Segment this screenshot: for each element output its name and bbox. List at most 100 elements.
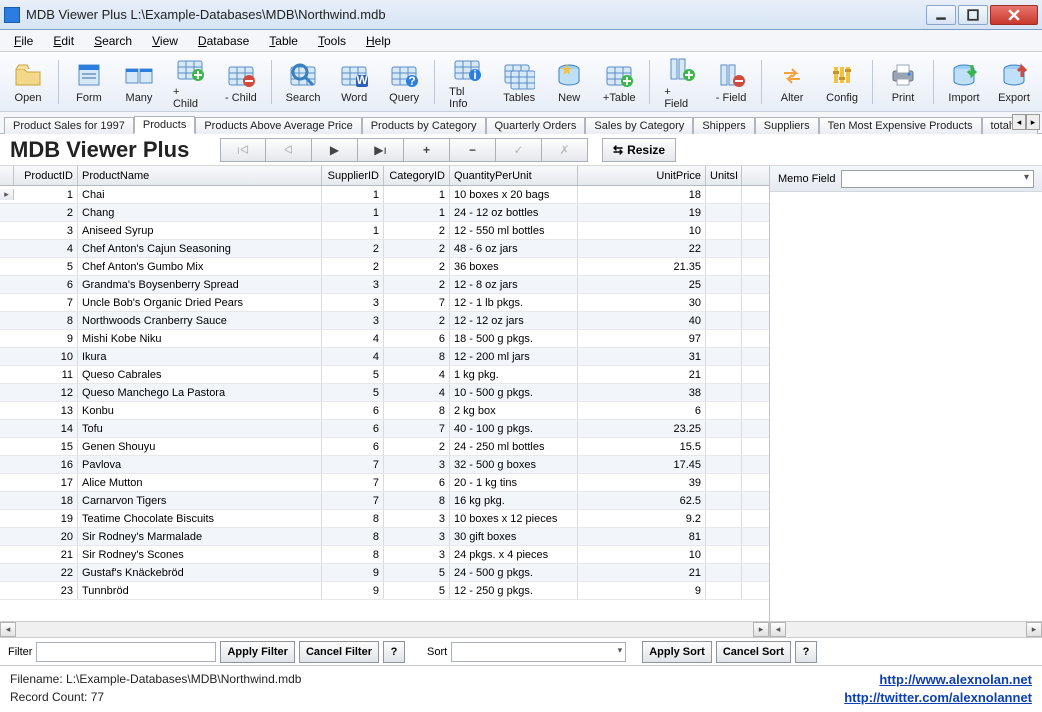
link-website[interactable]: http://www.alexnolan.net	[879, 672, 1032, 687]
table-row[interactable]: ▸1Chai1110 boxes x 20 bags18	[0, 186, 769, 204]
menu-table[interactable]: Table	[261, 32, 306, 50]
toolbar--child-button[interactable]: + Child	[167, 51, 213, 112]
cell-cid: 8	[384, 402, 450, 419]
close-button[interactable]	[990, 5, 1038, 25]
table-row[interactable]: 10Ikura4812 - 200 ml jars31	[0, 348, 769, 366]
table-row[interactable]: 13Konbu682 kg box6	[0, 402, 769, 420]
sort-help-button[interactable]: ?	[795, 641, 817, 663]
tab-products-above-average-price[interactable]: Products Above Average Price	[195, 117, 361, 134]
table-row[interactable]: 23Tunnbröd9512 - 250 g pkgs.9	[0, 582, 769, 600]
filter-input[interactable]	[36, 642, 216, 662]
toolbar-tbl-info-button[interactable]: iTbl Info	[443, 51, 491, 112]
menu-edit[interactable]: Edit	[45, 32, 82, 50]
tab-shippers[interactable]: Shippers	[693, 117, 754, 134]
menu-view[interactable]: View	[144, 32, 186, 50]
table-row[interactable]: 12Queso Manchego La Pastora5410 - 500 g …	[0, 384, 769, 402]
tab-sales-by-category[interactable]: Sales by Category	[585, 117, 693, 134]
toolbar-config-button[interactable]: Config	[820, 57, 864, 106]
toolbar-import-button[interactable]: Import	[942, 57, 986, 106]
grid-hscroll[interactable]: ◂▸	[0, 621, 769, 637]
minimize-button[interactable]	[926, 5, 956, 25]
apply-sort-button[interactable]: Apply Sort	[642, 641, 712, 663]
sort-input[interactable]	[451, 642, 626, 662]
memo-hscroll[interactable]: ◂▸	[770, 621, 1042, 637]
tab-quarterly-orders[interactable]: Quarterly Orders	[486, 117, 586, 134]
nav-last-button[interactable]: ▶ı	[358, 138, 404, 162]
table-row[interactable]: 16Pavlova7332 - 500 g boxes17.45	[0, 456, 769, 474]
tab-products[interactable]: Products	[134, 116, 195, 134]
table-row[interactable]: 11Queso Cabrales541 kg pkg.21	[0, 366, 769, 384]
table-row[interactable]: 3Aniseed Syrup1212 - 550 ml bottles10	[0, 222, 769, 240]
cell-pid: 12	[14, 384, 78, 401]
toolbar-print-button[interactable]: Print	[881, 57, 925, 106]
toolbar-word-button[interactable]: WWord	[332, 57, 376, 106]
menu-tools[interactable]: Tools	[310, 32, 354, 50]
tab-ten-most-expensive-products[interactable]: Ten Most Expensive Products	[819, 117, 982, 134]
col-UnitPrice[interactable]: UnitPrice	[578, 166, 706, 185]
table-row[interactable]: 14Tofu6740 - 100 g pkgs.23.25	[0, 420, 769, 438]
resize-button[interactable]: ⇆ Resize	[602, 138, 676, 162]
col-QuantityPerUnit[interactable]: QuantityPerUnit	[450, 166, 578, 185]
nav-commit-button[interactable]: ✓	[496, 138, 542, 162]
filter-help-button[interactable]: ?	[383, 641, 405, 663]
col-SupplierID[interactable]: SupplierID	[322, 166, 384, 185]
menu-file[interactable]: File	[6, 32, 41, 50]
table-row[interactable]: 2Chang1124 - 12 oz bottles19	[0, 204, 769, 222]
toolbar-form-button[interactable]: Form	[67, 57, 111, 106]
apply-filter-button[interactable]: Apply Filter	[220, 641, 295, 663]
toolbar-export-button[interactable]: Export	[992, 57, 1036, 106]
toolbar-new-button[interactable]: New	[547, 57, 591, 106]
cancel-sort-button[interactable]: Cancel Sort	[716, 641, 791, 663]
table-row[interactable]: 15Genen Shouyu6224 - 250 ml bottles15.5	[0, 438, 769, 456]
tab-scroll-right[interactable]: ▸	[1026, 114, 1040, 130]
table-row[interactable]: 18Carnarvon Tigers7816 kg pkg.62.5	[0, 492, 769, 510]
table-row[interactable]: 5Chef Anton's Gumbo Mix2236 boxes21.35	[0, 258, 769, 276]
table-row[interactable]: 6Grandma's Boysenberry Spread3212 - 8 oz…	[0, 276, 769, 294]
nav-next-button[interactable]: ▶	[312, 138, 358, 162]
grid-body[interactable]: ▸1Chai1110 boxes x 20 bags182Chang1124 -…	[0, 186, 769, 621]
cell-qpu: 48 - 6 oz jars	[450, 240, 578, 257]
col-ProductName[interactable]: ProductName	[78, 166, 322, 185]
table-row[interactable]: 20Sir Rodney's Marmalade8330 gift boxes8…	[0, 528, 769, 546]
col-CategoryID[interactable]: CategoryID	[384, 166, 450, 185]
table-row[interactable]: 22Gustaf's Knäckebröd9524 - 500 g pkgs.2…	[0, 564, 769, 582]
table-row[interactable]: 4Chef Anton's Cajun Seasoning2248 - 6 oz…	[0, 240, 769, 258]
toolbar--field-button[interactable]: - Field	[709, 57, 753, 106]
memo-field-select[interactable]	[841, 170, 1034, 188]
toolbar--child-button[interactable]: - Child	[219, 57, 263, 106]
table-row[interactable]: 9Mishi Kobe Niku4618 - 500 g pkgs.97	[0, 330, 769, 348]
menu-database[interactable]: Database	[190, 32, 257, 50]
col-UnitsInStock[interactable]: UnitsI	[706, 166, 742, 185]
cancel-filter-button[interactable]: Cancel Filter	[299, 641, 379, 663]
toolbar-query-button[interactable]: ?Query	[382, 57, 426, 106]
grid-header: ProductID ProductName SupplierID Categor…	[0, 166, 769, 186]
memo-label: Memo Field	[778, 173, 835, 185]
toolbar-open-button[interactable]: Open	[6, 57, 50, 106]
nav-prev-button[interactable]: ᐊ	[266, 138, 312, 162]
toolbar--table-button[interactable]: +Table	[597, 57, 641, 106]
table-row[interactable]: 7Uncle Bob's Organic Dried Pears3712 - 1…	[0, 294, 769, 312]
table-row[interactable]: 19Teatime Chocolate Biscuits8310 boxes x…	[0, 510, 769, 528]
tab-products-by-category[interactable]: Products by Category	[362, 117, 486, 134]
menu-help[interactable]: Help	[358, 32, 399, 50]
toolbar-many-button[interactable]: Many	[117, 57, 161, 106]
tab-suppliers[interactable]: Suppliers	[755, 117, 819, 134]
nav-cancel-button[interactable]: ✗	[542, 138, 588, 162]
toolbar-tables-button[interactable]: Tables	[497, 57, 541, 106]
table-row[interactable]: 21Sir Rodney's Scones8324 pkgs. x 4 piec…	[0, 546, 769, 564]
tab-scroll-left[interactable]: ◂	[1012, 114, 1026, 130]
toolbar-alter-button[interactable]: Alter	[770, 57, 814, 106]
col-ProductID[interactable]: ProductID	[14, 166, 78, 185]
menu-search[interactable]: Search	[86, 32, 140, 50]
table-row[interactable]: 8Northwoods Cranberry Sauce3212 - 12 oz …	[0, 312, 769, 330]
toolbar--field-button[interactable]: + Field	[658, 51, 703, 112]
cell-sid: 6	[322, 438, 384, 455]
link-twitter[interactable]: http://twitter.com/alexnolannet	[844, 690, 1032, 705]
nav-first-button[interactable]: ıᐊ	[220, 138, 266, 162]
maximize-button[interactable]	[958, 5, 988, 25]
tab-product-sales-for-1997[interactable]: Product Sales for 1997	[4, 117, 134, 134]
nav-remove-button[interactable]: −	[450, 138, 496, 162]
table-row[interactable]: 17Alice Mutton7620 - 1 kg tins39	[0, 474, 769, 492]
toolbar-search-button[interactable]: Search	[280, 57, 326, 106]
nav-add-button[interactable]: +	[404, 138, 450, 162]
